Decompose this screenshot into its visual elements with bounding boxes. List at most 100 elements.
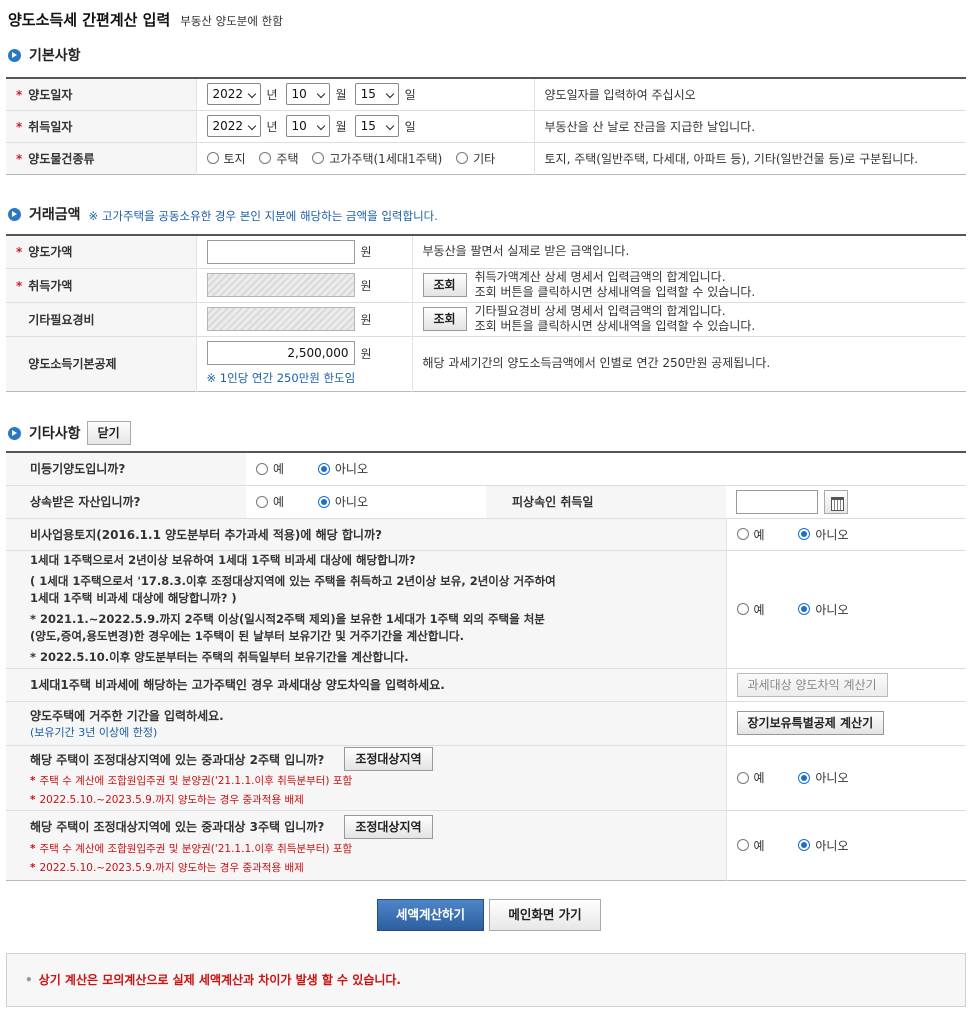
radio-icon[interactable] [206,152,219,164]
page-title: 양도소득세 간편계산 입력 부동산 양도분에 한함 [8,9,283,30]
close-other-button[interactable]: 닫기 [86,421,131,445]
required-mark: * [16,151,23,166]
type-option-land[interactable]: 토지 [206,150,246,167]
luxury-gain-calculator-button[interactable]: 과세대상 양도차익 계산기 [736,672,888,697]
three-house-yes[interactable]: 예 [736,837,765,854]
label-transfer-date: * 양도일자 [6,78,197,110]
one-house-yes[interactable]: 예 [736,601,765,618]
row-three-house: 해당 주택이 조정대상지역에 있는 중과대상 3주택 입니까? 조정대상지역 * 주… [6,809,967,880]
acquire-day-select[interactable]: 15 [354,115,399,137]
transfer-price-cell: 원 [196,235,413,268]
residence-button-cell: 장기보유특별공제 계산기 [726,700,967,745]
type-option-luxury-house[interactable]: 고가주택(1세대1주택) [312,150,442,167]
acquire-price-lookup-button[interactable]: 조회 [422,273,467,297]
section-amount-title: 거래금액 [29,207,81,223]
type-option-other[interactable]: 기타 [456,150,495,167]
radio-icon[interactable] [736,771,749,784]
one-house-no[interactable]: 아니오 [798,601,849,618]
basic-deduction-cell: 2,500,000 원 ※ 1인당 연간 250만원 한도임 [196,335,413,391]
two-house-region-button[interactable]: 조정대상지역 [344,747,433,771]
long-term-deduction-calculator-button[interactable]: 장기보유특별공제 계산기 [736,711,885,735]
other-expense-desc1: 기타필요경비 상세 명세서 입력금액의 합계입니다. [474,304,726,318]
radio-icon[interactable] [256,495,268,508]
transfer-day-select[interactable]: 15 [354,83,399,106]
acquire-price-input[interactable] [206,273,355,297]
page-title-text: 양도소득세 간편계산 입력 [8,11,171,29]
two-house-yes[interactable]: 예 [736,769,765,786]
nonbusiness-yes[interactable]: 예 [736,526,765,543]
required-mark: * [16,119,23,134]
radio-icon[interactable] [736,839,749,851]
transfer-price-input[interactable] [206,239,355,264]
radio-icon[interactable] [736,528,749,540]
label-nonbusiness-land: 비사업용토지(2016.1.1 양도분부터 추가과세 적용)에 해당 합니까? [6,517,727,550]
row-basic-deduction: *양도소득기본공제 2,500,000원 ※ 1인당 연간 250만원 한도임 … [6,335,966,391]
go-main-button[interactable]: 메인화면 가기 [489,899,601,931]
transfer-month-select[interactable]: 10 [285,83,330,106]
unregistered-yes[interactable]: 예 [256,460,284,477]
row-acquire-price: * 취득가액 원 조회 취득가액계산 상세 명세서 입력금액의 합계입니다. 조회 … [6,267,966,302]
three-house-options: 예 아니오 [726,809,967,880]
label-transfer-price: * 양도가액 [6,235,197,268]
radio-icon[interactable] [312,152,325,164]
acquire-month-select[interactable]: 10 [285,115,330,137]
radio-icon[interactable] [798,839,811,851]
section-bullet-icon [8,426,21,440]
two-house-no[interactable]: 아니오 [798,769,849,786]
radio-icon[interactable] [317,495,330,508]
property-type-desc: 토지, 주택(일반주택, 다세대, 아파트 등), 기타(일반건물 등)로 구분… [534,141,966,174]
section-basic-header: 기본사항 [8,45,81,65]
other-expense-desc2: 조회 버튼을 클릭하시면 상세내역을 입력할 수 있습니다. [474,319,756,333]
basic-deduction-desc: 해당 과세기간의 양도소득금액에서 인별로 연간 250만원 공제됩니다. [412,335,966,391]
calculate-tax-button[interactable]: 세액계산하기 [377,899,484,931]
radio-icon[interactable] [256,462,268,475]
three-house-region-button[interactable]: 조정대상지역 [344,814,433,839]
section-other-header: 기타사항 닫기 [8,421,131,445]
other-expense-input[interactable] [206,307,355,331]
radio-icon[interactable] [259,152,272,164]
label-one-house: 1세대 1주택으로서 2년이상 보유하여 1세대 1주택 비과세 대상에 해당합… [6,549,727,668]
required-mark: * [16,87,23,102]
acquire-price-desc1: 취득가액계산 상세 명세서 입력금액의 합계입니다. [474,270,726,284]
radio-icon[interactable] [736,603,749,615]
label-two-house: 해당 주택이 조정대상지역에 있는 중과대상 2주택 입니까? 조정대상지역 * 주… [6,744,727,810]
nonbusiness-no[interactable]: 아니오 [798,526,849,543]
row-nonbusiness-land: 비사업용토지(2016.1.1 양도분부터 추가과세 적용)에 해당 합니까? … [6,517,967,550]
acquire-price-cell: 원 [196,267,413,302]
label-residence-period: 양도주택에 거주한 기간을 입력하세요. (보유기간 3년 이상에 한정) [6,700,727,745]
inherit-date-input[interactable] [736,489,818,514]
nonbusiness-options: 예 아니오 [726,517,967,550]
row-one-house: 1세대 1주택으로서 2년이상 보유하여 1세대 1주택 비과세 대상에 해당합… [6,549,967,668]
row-property-type: * 양도물건종류 토지 주택 고가주택(1세대1주택) 기타 토지, 주택(일반주… [6,141,966,174]
type-option-house[interactable]: 주택 [259,150,299,167]
label-acquire-date: * 취득일자 [6,109,197,142]
inherited-options: 예 아니오 [246,484,486,518]
acquire-year-select[interactable]: 2022 [206,115,261,137]
calendar-icon[interactable] [824,489,848,514]
unregistered-options: 예 아니오 [246,452,966,485]
three-house-no[interactable]: 아니오 [798,837,849,854]
acquire-date-fields: 2022 년 10 월 15 일 [196,109,535,142]
label-luxury-house: 1세대1주택 비과세에 해당하는 고가주택인 경우 과세대상 양도차익을 입력하… [6,667,727,701]
acquire-date-desc: 부동산을 산 날로 잔금을 지급한 날입니다. [534,109,966,142]
section-other-title: 기타사항 [29,426,81,442]
transfer-year-select[interactable]: 2022 [206,83,261,106]
row-transfer-price: * 양도가액 원 부동산을 팔면서 실제로 받은 금액입니다. [6,235,966,268]
label-acquire-price: * 취득가액 [6,267,197,302]
inherited-no[interactable]: 아니오 [317,493,368,510]
transfer-date-desc: 양도일자를 입력하여 주십시오 [544,87,696,102]
inherit-date-cell [726,484,967,518]
basic-deduction-input[interactable]: 2,500,000 [206,341,355,365]
row-inherited: 상속받은 자산입니까? 예 아니오 피상속인 취득일 [6,484,967,518]
radio-icon[interactable] [798,771,811,784]
required-mark: * [16,278,23,293]
other-expense-lookup-button[interactable]: 조회 [422,307,467,331]
radio-icon[interactable] [798,603,811,615]
inherited-yes[interactable]: 예 [256,493,284,510]
radio-icon[interactable] [317,462,330,475]
radio-icon[interactable] [456,152,469,164]
footer-notice: • 상기 계산은 모의계산으로 실제 세액계산과 차이가 발생 할 수 있습니다. [6,953,966,1007]
unregistered-no[interactable]: 아니오 [317,460,368,477]
section-basic-title: 기본사항 [29,48,81,64]
radio-icon[interactable] [798,528,811,540]
